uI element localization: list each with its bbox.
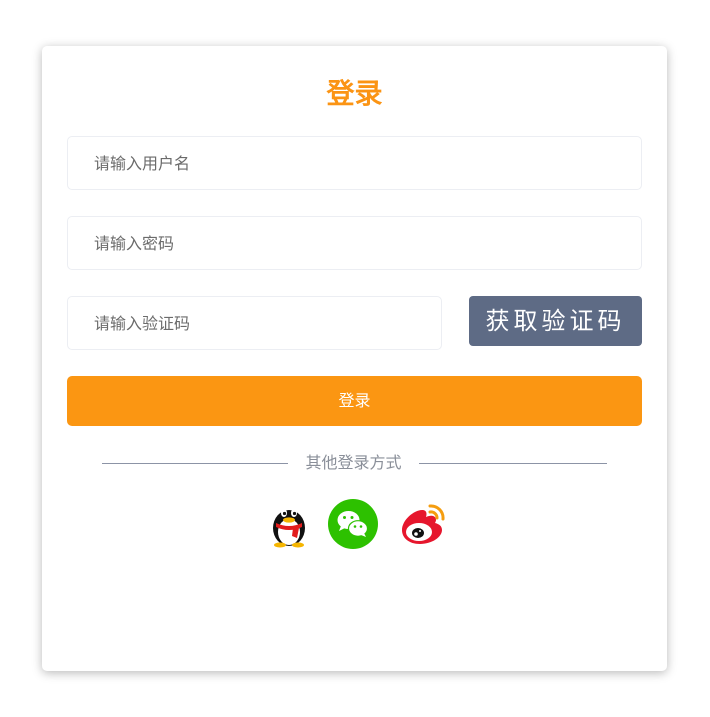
other-login-label: 其他登录方式 (305, 453, 402, 472)
weibo-login-button[interactable] (396, 498, 448, 550)
divider-line-right (419, 463, 607, 464)
social-login-row (42, 498, 667, 554)
wechat-icon (328, 499, 378, 549)
weibo-icon (402, 504, 445, 544)
wechat-login-button[interactable] (327, 498, 379, 550)
username-input[interactable] (68, 137, 641, 189)
username-field-container (67, 136, 642, 190)
get-captcha-button[interactable]: 获取验证码 (469, 296, 642, 346)
login-card: 登录 获取验证码 登录 其他登录方式 (42, 46, 667, 671)
verification-code-input[interactable] (68, 297, 441, 349)
password-field-container (67, 216, 642, 270)
qq-login-button[interactable] (263, 498, 315, 550)
password-input[interactable] (68, 217, 641, 269)
other-login-divider: 其他登录方式 (102, 452, 607, 476)
login-button[interactable]: 登录 (67, 376, 642, 426)
divider-line-left (102, 463, 288, 464)
qq-icon (273, 509, 305, 548)
login-title: 登录 (326, 77, 383, 110)
code-field-container (67, 296, 442, 350)
